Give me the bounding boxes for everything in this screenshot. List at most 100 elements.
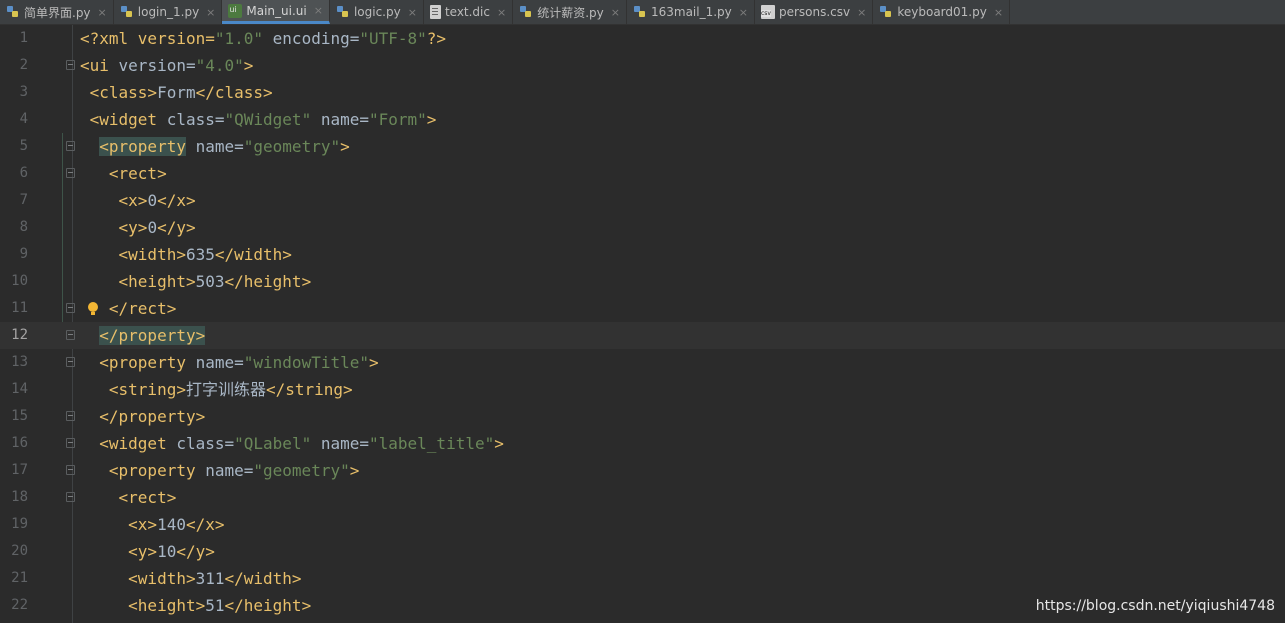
code-text: <property name="geometry"> <box>80 457 359 484</box>
code-token: <width> <box>80 245 186 264</box>
code-line[interactable]: 16 <widget class="QLabel" name="label_ti… <box>0 430 1285 457</box>
code-line[interactable]: 13 <property name="windowTitle"> <box>0 349 1285 376</box>
close-tab-icon[interactable]: × <box>739 6 748 19</box>
line-number[interactable]: 13 <box>0 349 28 376</box>
code-line[interactable]: 2 <ui version="4.0"> <box>0 52 1285 79</box>
code-token: name= <box>185 353 244 372</box>
line-number[interactable]: 2 <box>0 52 28 79</box>
code-token: <rect> <box>80 488 177 507</box>
text-file-icon <box>429 5 441 19</box>
close-tab-icon[interactable]: × <box>314 4 323 17</box>
code-line[interactable]: 15 </property> <box>0 403 1285 430</box>
line-number[interactable]: 20 <box>0 538 28 565</box>
code-line[interactable]: 8 <y>0</y> <box>0 214 1285 241</box>
line-number[interactable]: 8 <box>0 214 28 241</box>
line-number[interactable]: 7 <box>0 187 28 214</box>
tab-keyboard01-py[interactable]: keyboard01.py × <box>873 0 1011 24</box>
line-number[interactable]: 17 <box>0 457 28 484</box>
fold-marker-icon[interactable] <box>66 168 75 178</box>
line-number[interactable]: 14 <box>0 376 28 403</box>
code-line[interactable]: 14 <string>打字训练器</string> <box>0 376 1285 403</box>
fold-marker-icon[interactable] <box>66 141 75 151</box>
line-number[interactable]: 1 <box>0 25 28 52</box>
line-number[interactable]: 4 <box>0 106 28 133</box>
tab-login-1-py[interactable]: login_1.py × <box>114 0 223 24</box>
matched-tag-highlight: </property> <box>99 326 206 345</box>
close-tab-icon[interactable]: × <box>98 6 107 19</box>
code-text: <property name="geometry"> <box>80 133 350 160</box>
tab-text-dic[interactable]: text.dic × <box>424 0 514 24</box>
line-number[interactable]: 12 <box>0 322 28 349</box>
code-line[interactable]: 21 <width>311</width> <box>0 565 1285 592</box>
tab-persons-csv[interactable]: persons.csv × <box>755 0 874 24</box>
code-token: </y> <box>157 218 196 237</box>
code-text: </property> <box>80 403 205 430</box>
code-token: name= <box>195 461 254 480</box>
code-line[interactable]: 20 <y>10</y> <box>0 538 1285 565</box>
code-token: <property <box>80 461 196 480</box>
code-token: <property <box>80 137 186 156</box>
code-line[interactable]: 5 <property name="geometry"> <box>0 133 1285 160</box>
close-tab-icon[interactable]: × <box>857 6 866 19</box>
code-token: </property> <box>80 407 206 426</box>
tab-163mail-1-py[interactable]: 163mail_1.py × <box>627 0 755 24</box>
code-token: </height> <box>224 272 312 291</box>
code-line[interactable]: 19 <x>140</x> <box>0 511 1285 538</box>
code-line[interactable]: 3 <class>Form</class> <box>0 79 1285 106</box>
line-number[interactable]: 6 <box>0 160 28 187</box>
tab-label: keyboard01.py <box>897 5 987 19</box>
tab-label: 简单界面.py <box>24 5 91 20</box>
code-token: </rect> <box>80 299 177 318</box>
code-token: Form <box>157 83 196 102</box>
fold-marker-icon[interactable] <box>66 330 75 340</box>
code-line[interactable]: 4 <widget class="QWidget" name="Form"> <box>0 106 1285 133</box>
close-tab-icon[interactable]: × <box>206 6 215 19</box>
fold-marker-icon[interactable] <box>66 303 75 313</box>
code-editor[interactable]: 1 <?xml version="1.0" encoding="UTF-8"?> 2… <box>0 25 1285 623</box>
code-token: 51 <box>205 596 225 615</box>
line-number[interactable]: 10 <box>0 268 28 295</box>
line-number[interactable]: 22 <box>0 592 28 619</box>
tab-py[interactable]: 简单界面.py × <box>0 0 114 24</box>
code-line[interactable]: 6 <rect> <box>0 160 1285 187</box>
code-line[interactable]: 17 <property name="geometry"> <box>0 457 1285 484</box>
code-token: "label_title" <box>369 434 495 453</box>
fold-marker-icon[interactable] <box>66 438 75 448</box>
line-number[interactable]: 11 <box>0 295 28 322</box>
fold-marker-icon[interactable] <box>66 357 75 367</box>
python-file-icon <box>6 5 20 19</box>
line-number[interactable]: 9 <box>0 241 28 268</box>
code-line[interactable]: 12 </property> <box>0 322 1285 349</box>
line-number[interactable]: 16 <box>0 430 28 457</box>
code-line[interactable]: 18 <rect> <box>0 484 1285 511</box>
line-number[interactable]: 21 <box>0 565 28 592</box>
fold-marker-icon[interactable] <box>66 411 75 421</box>
code-line[interactable]: 9 <width>635</width> <box>0 241 1285 268</box>
code-text: <ui version="4.0"> <box>80 52 253 79</box>
line-number[interactable]: 15 <box>0 403 28 430</box>
tab-main-ui-ui[interactable]: Main_ui.ui × <box>222 0 330 24</box>
code-token: "UTF-8" <box>359 29 427 48</box>
line-number[interactable]: 3 <box>0 79 28 106</box>
close-tab-icon[interactable]: × <box>408 6 417 19</box>
tab-label: logic.py <box>353 5 401 19</box>
close-tab-icon[interactable]: × <box>994 6 1003 19</box>
close-tab-icon[interactable]: × <box>611 6 620 19</box>
line-number[interactable]: 5 <box>0 133 28 160</box>
line-number[interactable]: 18 <box>0 484 28 511</box>
code-line[interactable]: 7 <x>0</x> <box>0 187 1285 214</box>
code-token: <string> <box>80 380 186 399</box>
line-number[interactable]: 19 <box>0 511 28 538</box>
code-line[interactable]: 1 <?xml version="1.0" encoding="UTF-8"?> <box>0 25 1285 52</box>
code-line[interactable]: 11 </rect> <box>0 295 1285 322</box>
code-token: <x> <box>80 515 158 534</box>
tab-py[interactable]: 统计薪资.py × <box>513 0 627 24</box>
code-line[interactable]: 10 <height>503</height> <box>0 268 1285 295</box>
fold-marker-icon[interactable] <box>66 492 75 502</box>
tab-logic-py[interactable]: logic.py × <box>330 0 424 24</box>
close-tab-icon[interactable]: × <box>497 6 506 19</box>
code-token: "Form" <box>369 110 427 129</box>
fold-marker-icon[interactable] <box>66 465 75 475</box>
code-token: 635 <box>185 245 215 264</box>
fold-marker-icon[interactable] <box>66 60 75 70</box>
